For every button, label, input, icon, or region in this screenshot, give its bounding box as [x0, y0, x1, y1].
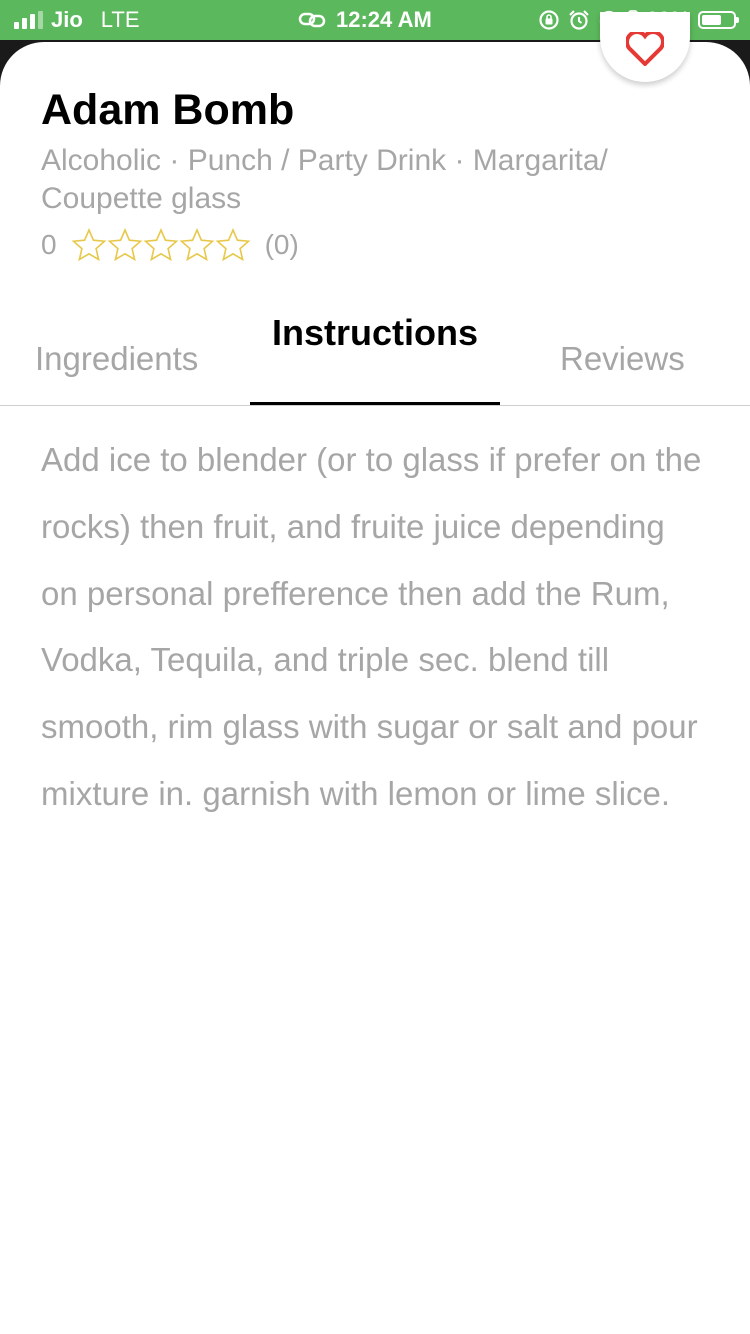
rating-row: 0 (0) — [41, 228, 299, 262]
alarm-icon — [569, 10, 589, 30]
rating-value: 0 — [41, 229, 57, 260]
status-center: 12:24 AM — [298, 7, 432, 33]
network-label: LTE — [100, 7, 140, 32]
battery-icon — [698, 11, 739, 29]
drink-meta: Alcoholic · Punch / Party Drink · Margar… — [41, 144, 608, 215]
time-label: 12:24 AM — [336, 7, 432, 32]
star-icon — [71, 228, 107, 262]
rating-stars — [71, 228, 251, 262]
drink-detail-sheet: Adam Bomb Alcoholic · Punch / Party Drin… — [0, 12, 750, 1334]
tab-instructions[interactable]: Instructions — [250, 312, 500, 405]
star-icon — [107, 228, 143, 262]
rating-count: (0) — [264, 229, 299, 260]
status-left: Jio LTE — [14, 7, 140, 33]
tab-instructions-label: Instructions — [272, 312, 479, 353]
carrier-label: Jio — [51, 7, 83, 32]
star-icon — [179, 228, 215, 262]
favorite-button[interactable] — [600, 12, 690, 82]
signal-icon — [14, 11, 43, 29]
heart-icon — [626, 32, 664, 66]
link-icon — [298, 12, 326, 28]
orientation-lock-icon — [539, 10, 559, 30]
star-icon — [215, 228, 251, 262]
star-icon — [143, 228, 179, 262]
tab-bar: Ingredients Instructions Reviews — [0, 312, 750, 406]
tab-ingredients[interactable]: Ingredients — [35, 312, 198, 405]
tab-reviews[interactable]: Reviews — [560, 312, 685, 405]
drink-title: Adam Bomb — [41, 86, 295, 134]
instructions-text: Add ice to blender (or to glass if prefe… — [41, 441, 702, 812]
